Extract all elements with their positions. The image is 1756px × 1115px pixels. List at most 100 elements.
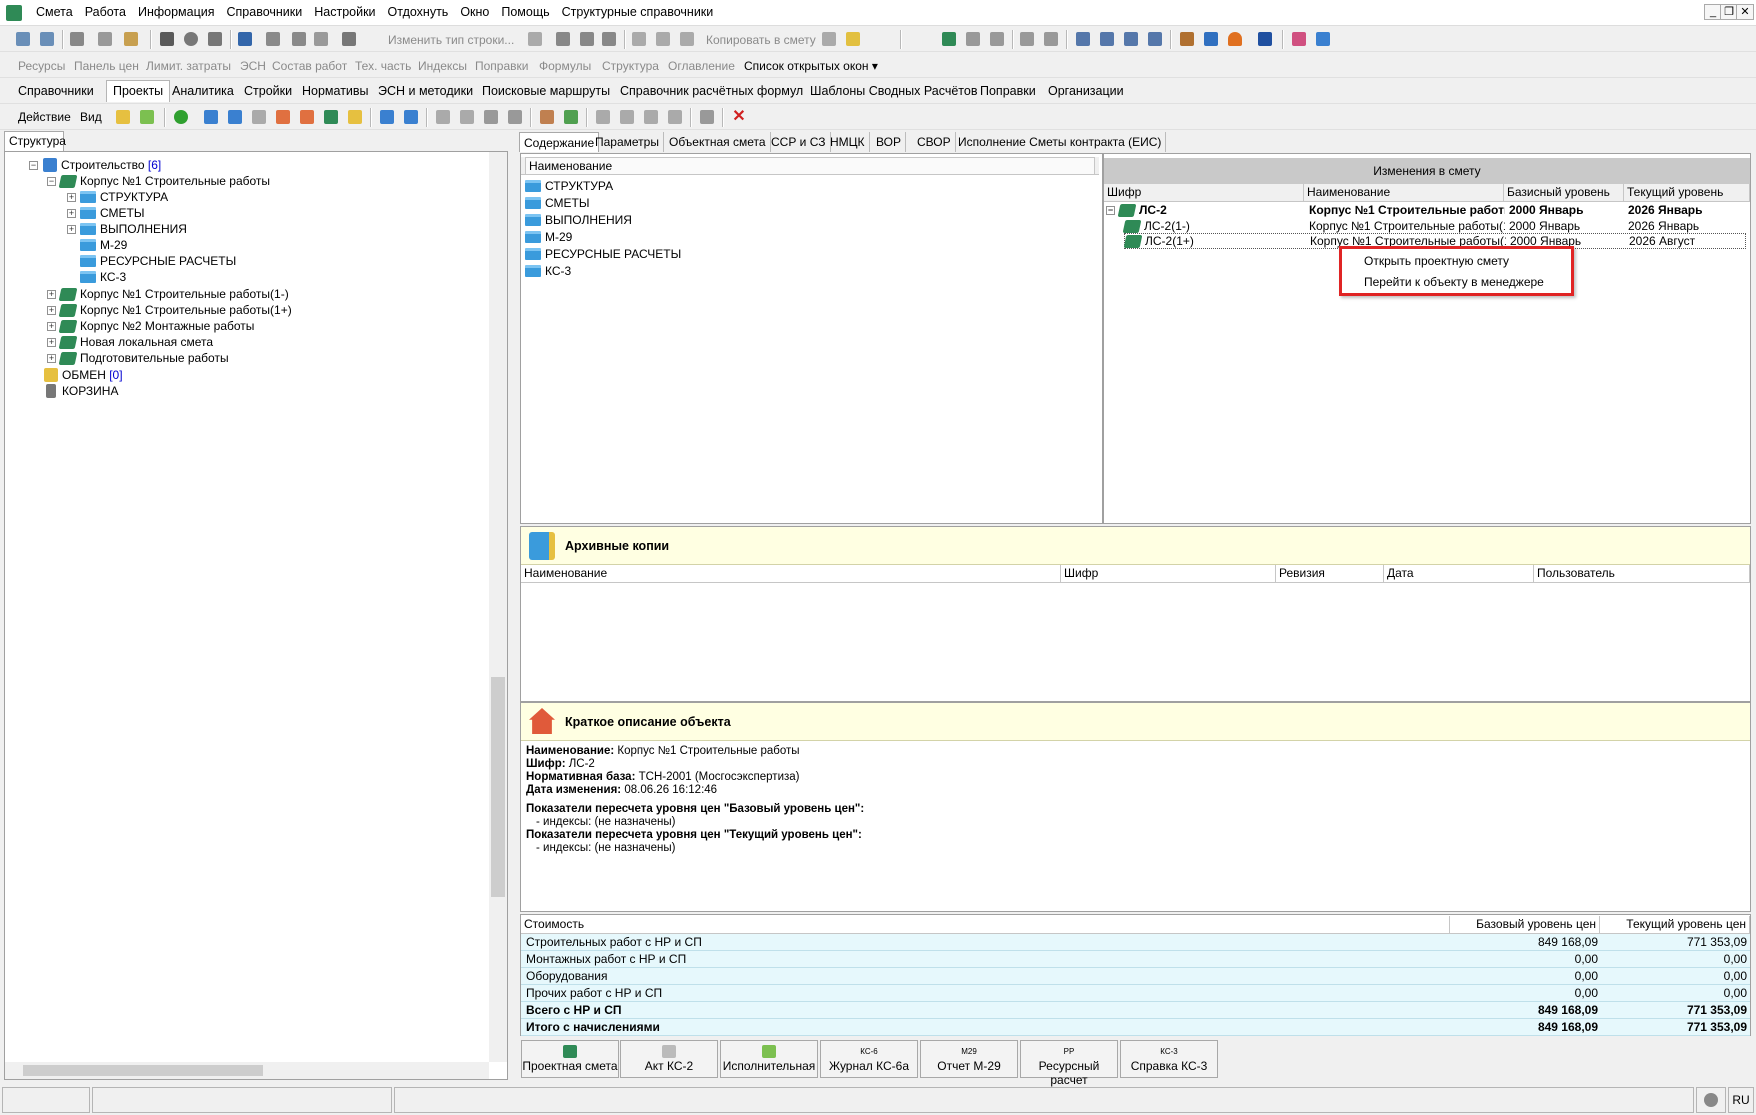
tree-node-ks3[interactable]: КС-3 <box>80 269 126 285</box>
cost-row-grand-total[interactable]: Итого с начислениями 849 168,09 771 353,09 <box>521 1019 1750 1036</box>
tab-orgs[interactable]: Организации <box>1048 84 1124 98</box>
refresh-green-icon[interactable] <box>172 108 190 126</box>
rtab-nmck[interactable]: НМЦК <box>826 132 870 152</box>
rr-icon[interactable] <box>642 108 660 126</box>
hammer-icon[interactable] <box>1178 30 1196 48</box>
col-current[interactable]: Текущий уровень <box>1624 184 1750 202</box>
filter-icon[interactable] <box>1018 30 1036 48</box>
pr-icon[interactable] <box>458 108 476 126</box>
menu-smeta[interactable]: Смета <box>30 5 79 19</box>
project-estimate-button[interactable]: Проектная смета <box>521 1040 619 1078</box>
refresh-icon[interactable] <box>182 30 200 48</box>
tb-resources[interactable]: Ресурсы <box>18 59 65 73</box>
tree-node-korpus1[interactable]: − Корпус №1 Строительные работы <box>47 173 270 189</box>
col-cur-price[interactable]: Текущий уровень цен <box>1600 916 1750 934</box>
tree-node-korpus1-plus[interactable]: + Корпус №1 Строительные работы(1+) <box>47 302 292 318</box>
list2-icon[interactable] <box>1146 30 1164 48</box>
paste-icon[interactable] <box>678 30 696 48</box>
rtab-ssr[interactable]: ССР и СЗ <box>767 132 831 152</box>
arrow-down-icon[interactable] <box>506 108 524 126</box>
cost-row[interactable]: Строительных работ с НР и СП 849 168,09 77… <box>521 934 1750 951</box>
indent-icon[interactable] <box>1074 30 1092 48</box>
tree-node-m29[interactable]: М-29 <box>80 237 127 253</box>
close-button[interactable]: ✕ <box>1736 4 1754 20</box>
tb-corrections[interactable]: Поправки <box>475 59 528 73</box>
rtab-contract[interactable]: Исполнение Сметы контракта (ЕИС) <box>954 132 1167 152</box>
outdent-icon[interactable] <box>1098 30 1116 48</box>
tree-hscroll-thumb[interactable] <box>23 1065 263 1076</box>
folder-new-icon[interactable] <box>138 108 156 126</box>
tree-vscrollbar[interactable] <box>489 152 507 1062</box>
save-icon[interactable] <box>158 30 176 48</box>
chart-icon[interactable] <box>274 108 292 126</box>
tb-work-composition[interactable]: Состав работ <box>272 59 347 73</box>
menu-refs[interactable]: Справочники <box>221 5 309 19</box>
node-add-icon[interactable] <box>264 30 282 48</box>
delete-icon[interactable]: ✕ <box>730 108 748 126</box>
tb-tech-part[interactable]: Тех. часть <box>355 59 411 73</box>
tb-price-panel[interactable]: Панель цен <box>74 59 139 73</box>
changes-row[interactable]: − ЛС-2 Корпус №1 Строительные работы 200… <box>1106 202 1746 218</box>
col-revision[interactable]: Ревизия <box>1276 565 1384 583</box>
col-name[interactable]: Наименование <box>525 157 1095 175</box>
tab-esn[interactable]: ЭСН и методики <box>378 84 473 98</box>
archive-icon[interactable] <box>698 108 716 126</box>
building-icon[interactable] <box>202 108 220 126</box>
col-code[interactable]: Шифр <box>1061 565 1276 583</box>
copy-to-estimate-button[interactable]: Копировать в смету <box>706 33 816 47</box>
menu-help[interactable]: Помощь <box>495 5 555 19</box>
delete-row-icon[interactable] <box>526 30 544 48</box>
menu-info[interactable]: Информация <box>132 5 221 19</box>
content-item-resource-calc[interactable]: РЕСУРСНЫЕ РАСЧЕТЫ <box>525 246 681 262</box>
content-item-ks3[interactable]: КС-3 <box>525 263 571 279</box>
tree-node-new-local[interactable]: + Новая локальная смета <box>47 334 213 350</box>
doc-icon[interactable] <box>250 108 268 126</box>
rtab-content[interactable]: Содержание <box>519 132 600 152</box>
act-ks2-button[interactable]: Акт КС-2 <box>620 1040 718 1078</box>
cost-row-total[interactable]: Всего с НР и СП 849 168,09 771 353,09 <box>521 1002 1750 1019</box>
node-move-icon[interactable] <box>290 30 308 48</box>
tree-node-exchange[interactable]: ОБМЕН [0] <box>43 367 123 383</box>
col-name[interactable]: Наименование <box>521 565 1061 583</box>
tree-vscroll-thumb[interactable] <box>491 677 505 897</box>
list-icon[interactable] <box>1122 30 1140 48</box>
col-date[interactable]: Дата <box>1384 565 1534 583</box>
tb-contents[interactable]: Оглавление <box>668 59 735 73</box>
comment-icon[interactable] <box>312 30 330 48</box>
books-pink-icon[interactable] <box>1290 30 1308 48</box>
building2-icon[interactable] <box>226 108 244 126</box>
pr-doc-icon[interactable] <box>988 30 1006 48</box>
view-menu[interactable]: Вид <box>80 110 102 124</box>
fz-icon[interactable] <box>666 108 684 126</box>
col-code[interactable]: Шифр <box>1104 184 1304 202</box>
tree-node-trash[interactable]: КОРЗИНА <box>43 383 118 399</box>
rtab-vor[interactable]: ВОР <box>872 132 906 152</box>
car-icon[interactable] <box>1256 30 1274 48</box>
status-lang[interactable]: RU <box>1728 1087 1754 1113</box>
tab-projects[interactable]: Проекты <box>106 80 171 102</box>
grid-icon[interactable] <box>96 30 114 48</box>
tree-node-root[interactable]: − Строительство [6] <box>29 157 161 173</box>
tab-templates[interactable]: Шаблоны Сводных Расчётов <box>810 84 978 98</box>
rtab-object-estimate[interactable]: Объектная смета <box>665 132 771 152</box>
tree-hscrollbar[interactable] <box>5 1062 489 1079</box>
menu-window[interactable]: Окно <box>454 5 495 19</box>
action-menu[interactable]: Действие <box>18 110 71 124</box>
menu-work[interactable]: Работа <box>79 5 132 19</box>
app-icon[interactable] <box>6 5 22 21</box>
tb-formulas[interactable]: Формулы <box>539 59 591 73</box>
status-network[interactable] <box>1696 1087 1726 1113</box>
tab-formulas-ref[interactable]: Справочник расчётных формул <box>620 84 803 98</box>
tree-node-smety[interactable]: + СМЕТЫ <box>67 205 144 221</box>
rtab-svor[interactable]: СВОР <box>913 132 956 152</box>
edit-icon[interactable] <box>578 30 596 48</box>
col-base-price[interactable]: Базовый уровень цен <box>1450 916 1600 934</box>
tab-buildings[interactable]: Стройки <box>244 84 292 98</box>
journal-ks6a-button[interactable]: КС-6 Журнал КС-6а <box>820 1040 918 1078</box>
copy2-icon[interactable] <box>820 30 838 48</box>
change-type-button[interactable]: Изменить тип строки... <box>388 33 514 47</box>
content-item-vypolneniya[interactable]: ВЫПОЛНЕНИЯ <box>525 212 632 228</box>
cut-icon[interactable] <box>630 30 648 48</box>
menu-goto-object[interactable]: Перейти к объекту в менеджере <box>1364 275 1544 289</box>
insert-icon[interactable] <box>554 30 572 48</box>
